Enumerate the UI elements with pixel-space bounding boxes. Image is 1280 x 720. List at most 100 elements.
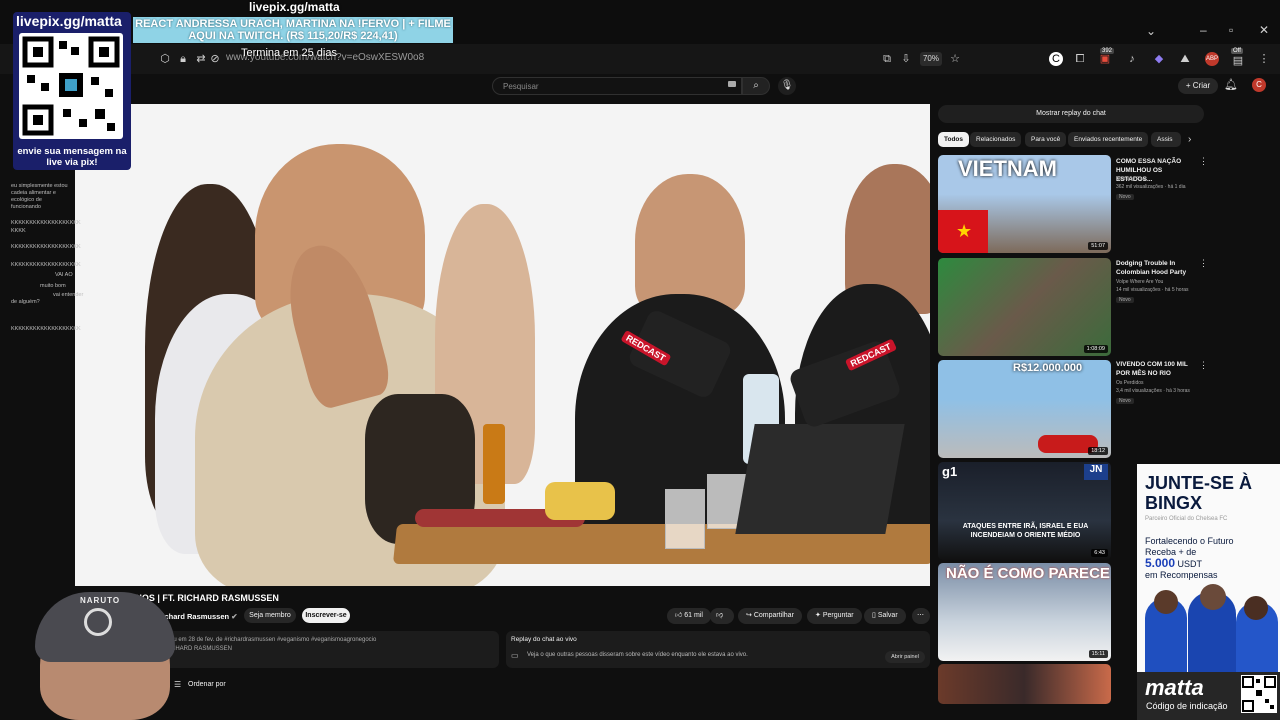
related-video-channel[interactable]: Volpe Where Are You: [1116, 279, 1198, 286]
beanie-text: NARUTO: [80, 596, 121, 605]
subscribe-button[interactable]: Inscrever-se: [302, 608, 350, 623]
search-input[interactable]: Pesquisar: [492, 77, 742, 95]
account-avatar[interactable]: C: [1252, 78, 1266, 92]
cheese: [545, 482, 615, 520]
bookmark-star-icon[interactable]: ☆: [948, 52, 962, 66]
more-options-icon[interactable]: ⋮: [1199, 258, 1208, 269]
sort-comments-button[interactable]: Ordenar por: [188, 681, 226, 688]
extension-mountain-icon[interactable]: ⛰: [1178, 52, 1192, 66]
adblock-icon[interactable]: ABP: [1205, 52, 1219, 66]
site-settings-icon[interactable]: ⇄: [194, 52, 208, 66]
related-video-channel[interactable]: Nômade Raiz: [1116, 176, 1198, 183]
chip-watched[interactable]: Assis: [1151, 132, 1181, 147]
ad-amount: 5.000: [1145, 556, 1176, 570]
related-video-title[interactable]: VIVENDO COM 100 MIL POR MÊS NO RIO: [1116, 360, 1198, 378]
new-badge: Novo: [1116, 398, 1134, 404]
new-badge: Novo: [1116, 194, 1134, 200]
goal-banner: REACT ANDRESSA URACH, MARTINA NA !FERVO …: [133, 17, 453, 43]
minimize-window-button[interactable]: –: [1200, 23, 1207, 37]
maximize-window-button[interactable]: ▫: [1229, 23, 1233, 37]
ad-currency: USDT: [1177, 559, 1203, 569]
chat-bubble-icon: ▭: [511, 651, 519, 660]
chip-related[interactable]: Relacionados: [970, 132, 1022, 147]
related-video-thumbnail[interactable]: NÃO É COMO PARECE 15:11: [938, 563, 1111, 661]
like-button[interactable]: 👍︎ 61 mil: [667, 608, 711, 624]
related-video-thumbnail[interactable]: R$12.000.000 18:12: [938, 360, 1111, 458]
sparkle-icon: ✦: [815, 612, 821, 619]
chat-line: de alguém?: [11, 299, 40, 305]
save-button[interactable]: ▯ Salvar: [864, 608, 906, 624]
chat-line: VAI AO: [55, 272, 73, 278]
related-video-thumbnail[interactable]: 1:08:09: [938, 258, 1111, 356]
related-video-thumbnail[interactable]: g1 JN ATAQUES ENTRE IRÃ, ISRAEL E EUA IN…: [938, 462, 1111, 560]
matta-logo: matta: [1145, 675, 1204, 700]
laptop: [735, 424, 905, 534]
tracking-blocked-icon[interactable]: ⊘: [208, 52, 222, 66]
video-player[interactable]: REDCAST REDCAST: [75, 104, 930, 586]
livepix-top-link: livepix.gg/matta: [249, 0, 340, 14]
close-window-button[interactable]: ✕: [1259, 23, 1269, 37]
tab-list-chevron-icon[interactable]: ⌄: [1146, 24, 1156, 38]
description-text: ...ou em 28 de fev. de #richardrasmussen…: [165, 636, 376, 654]
join-button[interactable]: Seja membro: [244, 608, 296, 623]
g1-logo: g1: [942, 464, 958, 479]
chat-line: KKKKKKKKKKKKKKKKKKK: [11, 326, 81, 332]
related-video-channel[interactable]: Os Perdidos: [1116, 380, 1198, 387]
more-actions-button[interactable]: ⋯: [912, 608, 930, 624]
lock-icon[interactable]: 🔒︎: [176, 52, 190, 66]
browser-menu-icon[interactable]: ⋮: [1257, 52, 1271, 66]
save-label: Salvar: [877, 612, 898, 619]
goal-countdown: Termina em 25 dias: [241, 47, 337, 59]
shield-icon[interactable]: ⬡: [158, 52, 172, 66]
related-video-meta: 14 mil visualizações · há 5 horas: [1116, 287, 1189, 293]
dislike-button[interactable]: 👎︎: [710, 608, 734, 624]
chat-line: muito bom: [40, 283, 66, 289]
chevron-right-icon[interactable]: ›: [1188, 134, 1191, 145]
like-count: 61 mil: [684, 612, 703, 619]
ad-headline: JUNTE-SE À BINGX: [1145, 473, 1253, 513]
new-badge: Novo: [1116, 297, 1134, 303]
install-app-icon[interactable]: ⇩: [899, 52, 913, 66]
extension-badge-icon[interactable]: ▣: [1098, 52, 1112, 66]
extension-badge-count: 392: [1100, 48, 1115, 54]
extensions-puzzle-icon[interactable]: ⧠: [1073, 52, 1087, 66]
chat-line: KKKKKKKKKKKKKKKKKKK: [11, 220, 81, 226]
ad-subtitle: Parceiro Oficial do Chelsea FC: [1145, 516, 1228, 522]
related-video-thumbnail[interactable]: ★ VIETNAM 51:07: [938, 155, 1111, 253]
share-button[interactable]: ↪ Compartilhar: [738, 608, 802, 624]
video-duration: 1:08:09: [1083, 345, 1108, 353]
more-options-icon[interactable]: ⋮: [1199, 156, 1208, 167]
show-chat-replay-button[interactable]: Mostrar replay do chat: [938, 105, 1204, 123]
more-icon: ⋯: [917, 612, 924, 619]
notifications-bell-icon[interactable]: 🔔︎: [1224, 78, 1238, 91]
ask-label: Perguntar: [822, 612, 854, 619]
related-video-meta: 362 mil visualizações · há 1 dia: [1116, 184, 1186, 190]
livepix-title: livepix.gg/matta: [16, 13, 122, 29]
thumbnail-text: ATAQUES ENTRE IRÃ, ISRAEL E EUA INCENDEI…: [962, 523, 1089, 539]
chat-line: KKKKKKKKKKKKKKKKKKK: [11, 262, 81, 268]
create-button[interactable]: + Criar: [1178, 78, 1218, 94]
referral-qr-code: [1241, 675, 1277, 713]
extension-purple-icon[interactable]: ◆: [1152, 52, 1166, 66]
referral-code-label: Código de indicação: [1146, 701, 1228, 711]
search-button[interactable]: ⌕: [742, 77, 770, 95]
goal-line-1: REACT ANDRESSA URACH, MARTINA NA !FERVO …: [135, 18, 451, 30]
extension-c-icon[interactable]: C: [1049, 52, 1063, 66]
video-duration: 51:07: [1088, 242, 1108, 250]
open-panel-button[interactable]: Abrir painel: [885, 651, 925, 663]
more-options-icon[interactable]: ⋮: [1199, 360, 1208, 371]
related-video-title[interactable]: Dodging Trouble In Colombian Hood Party: [1116, 259, 1198, 277]
ask-button[interactable]: ✦ Perguntar: [807, 608, 862, 624]
description-line-1: ...ou em 28 de fev. de #richardrasmussen…: [165, 637, 377, 643]
volume-icon[interactable]: ♪: [1125, 52, 1139, 66]
chip-recently-uploaded[interactable]: Enviados recentemente: [1068, 132, 1149, 147]
chip-for-you[interactable]: Para você: [1025, 132, 1067, 147]
extension-icon[interactable]: ▤: [1231, 54, 1245, 68]
related-video-thumbnail[interactable]: [938, 664, 1111, 704]
chip-all[interactable]: Todos: [938, 132, 970, 147]
qr-code: [19, 33, 123, 139]
microphone-icon[interactable]: 🎙︎: [778, 77, 796, 95]
zoom-level[interactable]: 70%: [920, 52, 942, 66]
picture-in-picture-icon[interactable]: ⧉: [880, 52, 894, 66]
keyboard-icon[interactable]: [728, 81, 736, 87]
